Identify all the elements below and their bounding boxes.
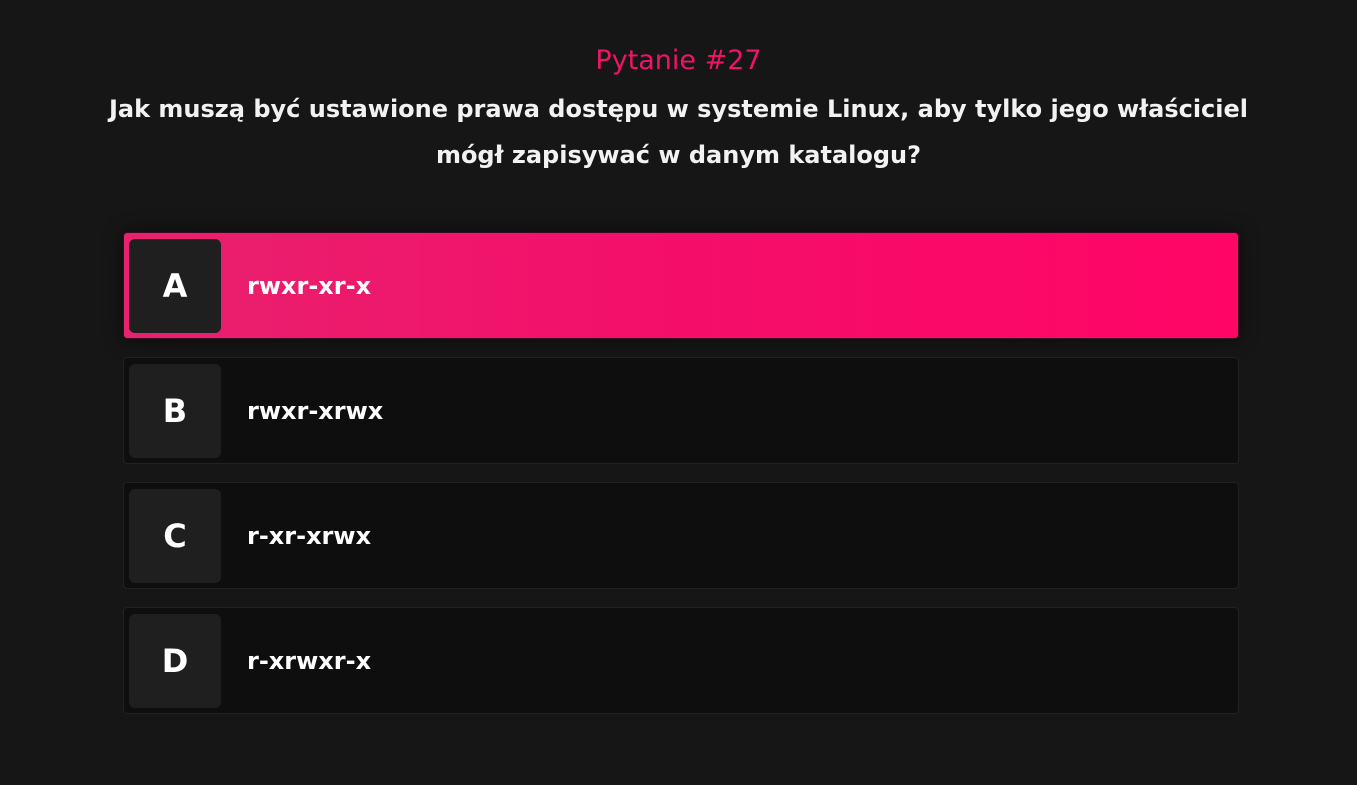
answer-text-d: r-xrwxr-x bbox=[247, 646, 372, 675]
answer-option-a[interactable]: A rwxr-xr-x bbox=[123, 232, 1239, 339]
question-text: Jak muszą być ustawione prawa dostępu w … bbox=[108, 95, 1249, 169]
answer-letter-b: B bbox=[129, 363, 221, 458]
answer-text-b: rwxr-xrwx bbox=[247, 396, 384, 425]
answer-letter-c: C bbox=[129, 488, 221, 583]
answer-list: A rwxr-xr-x B rwxr-xrwx C r-xr-xrwx D r-… bbox=[123, 232, 1239, 732]
answer-text-a: rwxr-xr-x bbox=[247, 271, 372, 300]
question-number: Pytanie #27 bbox=[595, 45, 762, 76]
answer-letter-a: A bbox=[129, 238, 221, 333]
answer-text-c: r-xr-xrwx bbox=[247, 521, 372, 550]
answer-option-c[interactable]: C r-xr-xrwx bbox=[123, 482, 1239, 589]
quiz-page: Pytanie #27 Jak muszą być ustawione praw… bbox=[0, 0, 1357, 785]
answer-option-b[interactable]: B rwxr-xrwx bbox=[123, 357, 1239, 464]
answer-letter-d: D bbox=[129, 613, 221, 708]
answer-option-d[interactable]: D r-xrwxr-x bbox=[123, 607, 1239, 714]
